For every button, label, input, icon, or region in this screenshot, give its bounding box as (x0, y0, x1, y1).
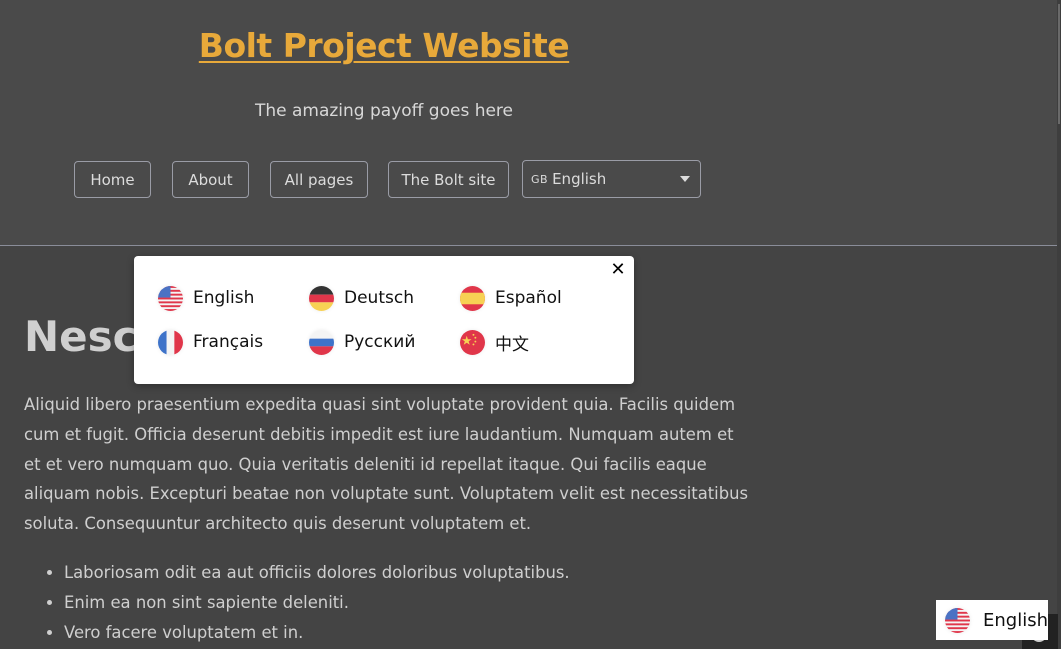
floating-language-label: English (983, 609, 1048, 631)
bullet-list: Laboriosam odit ea aut officiis dolores … (64, 558, 764, 648)
language-modal: ✕ English Deutsch Español Français Русск… (134, 256, 634, 384)
site-header: Bolt Project Website The amazing payoff … (0, 0, 1057, 246)
language-option-label: Français (193, 332, 264, 352)
list-item: Laboriosam odit ea aut officiis dolores … (64, 558, 764, 588)
language-option-label: Deutsch (344, 288, 414, 308)
language-option-english[interactable]: English (158, 283, 254, 313)
nav-bolt-site-button[interactable]: The Bolt site (388, 161, 509, 198)
fr-flag-icon (158, 329, 183, 355)
floating-language-switcher[interactable]: English (936, 600, 1048, 640)
language-option-label: English (193, 288, 255, 308)
site-title: Bolt Project Website (0, 26, 768, 65)
de-flag-icon (309, 285, 334, 311)
body-paragraph: Aliquid libero praesentium expedita quas… (24, 395, 749, 534)
nav-all-pages-button[interactable]: All pages (270, 161, 368, 198)
language-option-chinese[interactable]: 中文 (460, 327, 529, 357)
scrollbar-thumb[interactable] (1058, 4, 1060, 124)
nav-about-button[interactable]: About (172, 161, 249, 198)
language-select-value: English (552, 170, 607, 188)
language-option-label: Русский (344, 332, 416, 352)
site-payoff: The amazing payoff goes here (254, 101, 514, 121)
language-option-espanol[interactable]: Español (460, 283, 562, 313)
ru-flag-icon (309, 329, 334, 355)
language-option-label: 中文 (495, 334, 529, 355)
chevron-down-icon (680, 176, 690, 182)
language-option-russian[interactable]: Русский (309, 327, 415, 357)
cn-flag-icon (460, 329, 485, 355)
language-option-deutsch[interactable]: Deutsch (309, 283, 414, 313)
close-icon[interactable]: ✕ (610, 261, 626, 279)
us-flag-icon (945, 607, 970, 633)
language-option-label: Español (495, 288, 562, 308)
site-title-link[interactable]: Bolt Project Website (199, 26, 570, 65)
scrollbar[interactable] (1057, 0, 1061, 649)
list-item: Vero facere voluptatem et in. (64, 618, 764, 648)
es-flag-icon (460, 285, 485, 311)
us-flag-icon (158, 285, 183, 311)
list-item: Enim ea non sint sapiente deleniti. (64, 588, 764, 618)
gb-flag-icon: GB (531, 172, 549, 186)
language-select[interactable]: GB English (522, 160, 701, 198)
language-option-francais[interactable]: Français (158, 327, 263, 357)
nav-home-button[interactable]: Home (74, 161, 151, 198)
